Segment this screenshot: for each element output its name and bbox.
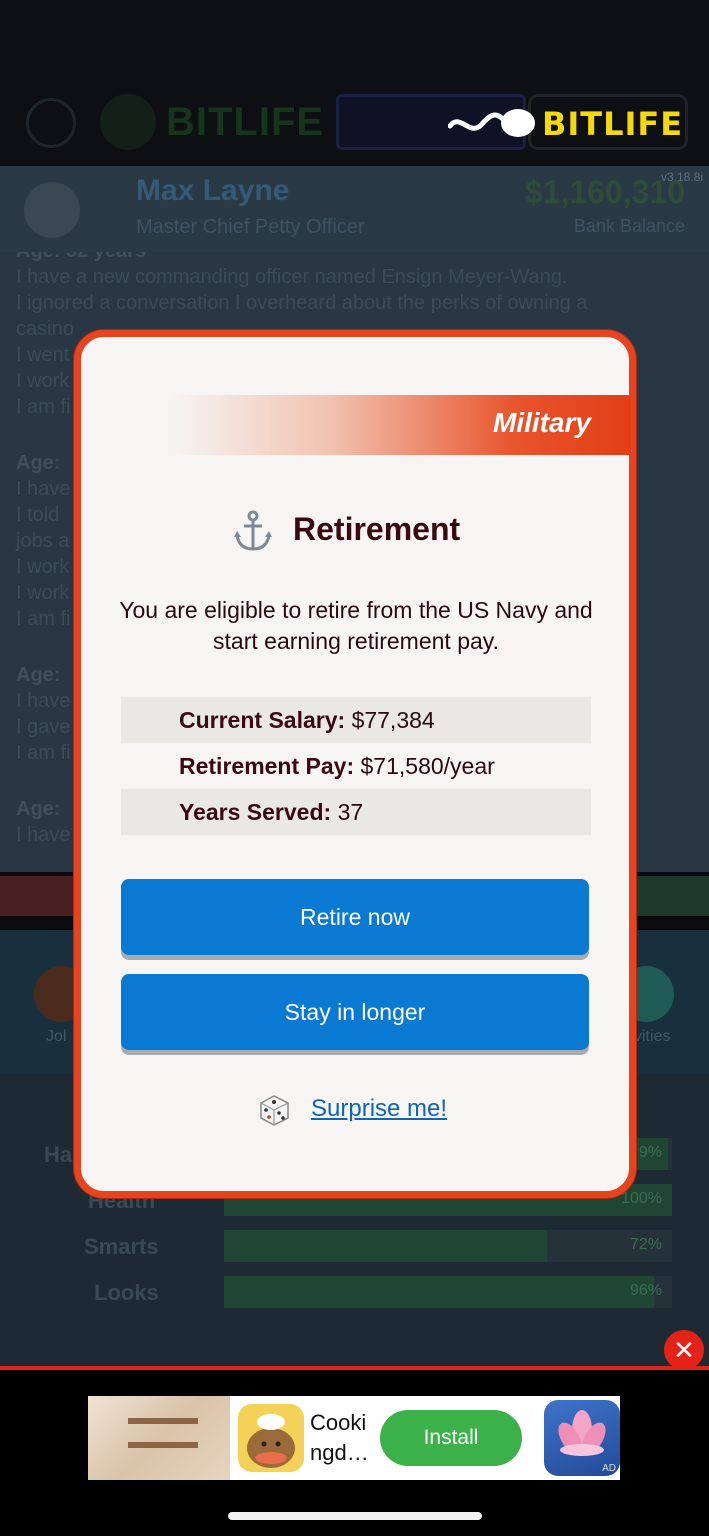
log-line: I have a new commanding officer named En… [16,266,568,288]
dialog-description: You are eligible to retire from the US N… [119,597,593,654]
ad-banner: Cooki ngd… Install AD [0,1370,709,1536]
log-line: Age: 32 years [16,252,146,263]
stat-percent: 72% [629,1236,662,1253]
log-line: jobs a [16,530,70,552]
info-key: Years Served: [179,799,332,825]
character-job: Master Chief Petty Officer [136,216,365,238]
dice-icon[interactable] [255,1091,293,1129]
log-line: I work [16,582,70,604]
log-line: casino [16,318,74,340]
ad-app-title[interactable]: Cooki ngd… [310,1408,380,1468]
retire-now-button[interactable]: Retire now [121,879,589,955]
stat-fill [224,1276,655,1308]
info-value: $71,580/year [360,753,495,779]
log-line: I have [16,824,71,846]
home-indicator[interactable] [228,1512,482,1520]
stat-label: Ha [44,1142,73,1167]
dialog-title: Retirement [293,511,461,547]
stat-percent: 9% [638,1144,662,1161]
log-line: I am fi [16,608,71,630]
stat-percent: 100% [621,1190,662,1207]
info-row-years-served: Years Served: 37 [121,789,591,835]
logo-text-ghost: BITLIFE [166,100,325,144]
bitlife-brand: BITLIFE [448,104,682,144]
sperm-icon [448,109,535,137]
retirement-dialog: Military Retirement You are eligible to … [74,330,636,1198]
anchor-icon [234,510,272,551]
log-line: I told [16,504,60,526]
lotus-app-icon[interactable]: AD [544,1400,620,1476]
ad-game-thumbnail[interactable] [88,1396,230,1480]
stat-label: Looks [94,1280,159,1305]
bank-balance-label: Bank Balance [573,216,685,236]
log-line: Age: [16,798,61,820]
capybara-app-icon[interactable] [238,1404,304,1472]
log-line: I work [16,370,70,392]
sperm-logo-icon [100,94,156,150]
shelf-shape [128,1442,198,1448]
info-key: Retirement Pay: [179,753,355,779]
log-line: I gave [16,716,71,738]
stay-longer-button[interactable]: Stay in longer [121,974,589,1050]
surprise-row: Surprise me! [81,1089,629,1133]
info-row-salary: Current Salary: $77,384 [121,697,591,743]
category-banner: Military [171,395,631,455]
info-value: 37 [337,799,364,825]
ad-tag: AD [602,1463,616,1474]
profile-header: v3.18.8i Max Layne Master Chief Petty Of… [0,166,709,252]
menu-icon [26,98,76,148]
character-name: Max Layne [136,174,290,207]
avatar [24,182,80,238]
log-line: I have [16,690,71,712]
log-line: I ignored a conversation I overheard abo… [16,292,588,314]
brand-name: BITLIFE [542,105,684,143]
log-line: I work [16,556,70,578]
log-line: Age: [16,664,61,686]
category-label: Military [492,407,591,438]
log-line: I am fi [16,742,71,764]
stat-fill [224,1230,547,1262]
shelf-shape [128,1418,198,1424]
stat-bar: 96% [224,1276,672,1308]
dialog-title-row: Retirement [81,507,629,557]
info-key: Current Salary: [179,707,346,733]
log-line: I am fi [16,396,71,418]
bank-balance: $1,160,310 [524,174,685,210]
stat-label: Smarts [84,1234,159,1259]
job-nav-label: Jol [46,1028,67,1045]
log-line: I have [16,478,71,500]
ad-card[interactable]: Cooki ngd… Install AD [88,1396,620,1480]
capybara-icon [238,1404,304,1472]
ad-install-button[interactable]: Install [380,1410,522,1466]
log-line: Age: [16,452,61,474]
close-ad-button[interactable]: ✕ [664,1330,704,1370]
stat-percent: 96% [629,1282,662,1299]
surprise-me-link[interactable]: Surprise me! [311,1095,447,1123]
info-row-retirement-pay: Retirement Pay: $71,580/year [121,743,591,789]
info-value: $77,384 [351,707,435,733]
retirement-info-table: Current Salary: $77,384 Retirement Pay: … [121,697,591,835]
log-line: I went [16,344,70,366]
stat-bar: 72% [224,1230,672,1262]
activities-nav-label: vities [634,1028,671,1045]
